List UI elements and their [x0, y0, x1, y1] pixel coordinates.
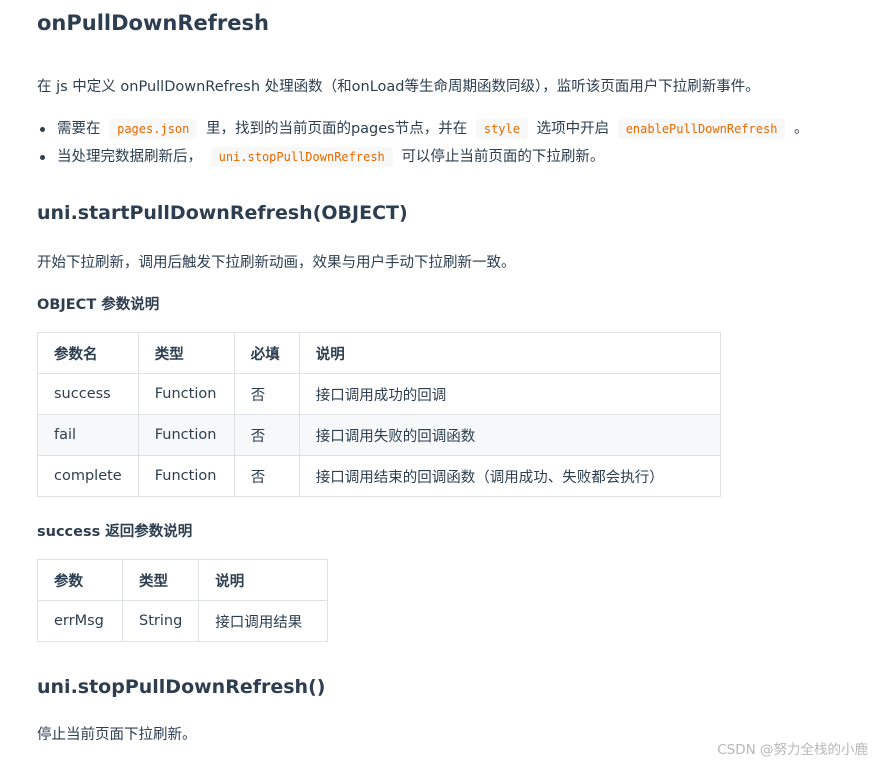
column-header: 说明 [298, 332, 721, 374]
inline-code-stop-pull-down-refresh: uni.stopPullDownRefresh [210, 147, 393, 167]
intro-paragraph: 在 js 中定义 onPullDownRefresh 处理函数（和onLoad等… [37, 79, 760, 95]
table-cell: 否 [233, 455, 300, 497]
section-title-start-pull-down-refresh: uni.startPullDownRefresh(OBJECT) [37, 202, 408, 224]
bullet-text: 可以停止当前页面的下拉刷新。 [401, 149, 605, 165]
bullet-text: 里，找到的当前页面的pages节点，并在 [205, 121, 468, 137]
table-cell: errMsg [37, 600, 123, 642]
column-header: 类型 [121, 559, 200, 601]
table-cell: Function [137, 414, 235, 456]
column-header: 必填 [233, 332, 300, 374]
table-cell: fail [37, 414, 139, 456]
table-header-row: 参数名 类型 必填 说明 [37, 332, 721, 374]
bullet-text: 选项中开启 [536, 121, 610, 137]
table-row: fail Function 否 接口调用失败的回调函数 [37, 414, 721, 456]
bullet-text: 。 [794, 121, 809, 137]
list-item: 当处理完数据刷新后， uni.stopPullDownRefresh 可以停止当… [37, 145, 809, 173]
table-cell: 否 [233, 414, 300, 456]
success-params-table: 参数 类型 说明 errMsg String 接口调用结果 [37, 559, 329, 642]
inline-code-pages-json: pages.json [109, 119, 198, 139]
object-params-heading: OBJECT 参数说明 [37, 297, 160, 313]
table-cell: complete [37, 455, 139, 497]
start-description: 开始下拉刷新，调用后触发下拉刷新动画，效果与用户手动下拉刷新一致。 [37, 255, 516, 271]
column-header: 参数名 [37, 332, 139, 374]
stop-description: 停止当前页面下拉刷新。 [37, 727, 197, 743]
table-header-row: 参数 类型 说明 [37, 559, 329, 601]
object-params-table: 参数名 类型 必填 说明 success Function 否 接口调用成功的回… [37, 332, 721, 497]
table-cell: 接口调用成功的回调 [298, 373, 721, 415]
table-row: success Function 否 接口调用成功的回调 [37, 373, 721, 415]
watermark: CSDN @努力全栈的小鹿 [717, 742, 868, 758]
table-cell: 接口调用结果 [198, 600, 329, 642]
column-header: 类型 [137, 332, 235, 374]
inline-code-style: style [475, 119, 528, 139]
list-item: 需要在 pages.json 里，找到的当前页面的pages节点，并在 styl… [37, 117, 809, 145]
bullet-text: 当处理完数据刷新后， [57, 149, 202, 165]
table-cell: String [121, 600, 200, 642]
table-row: complete Function 否 接口调用结束的回调函数（调用成功、失败都… [37, 455, 721, 497]
bullet-list: 需要在 pages.json 里，找到的当前页面的pages节点，并在 styl… [37, 117, 809, 173]
column-header: 说明 [198, 559, 329, 601]
table-cell: success [37, 373, 139, 415]
table-cell: Function [137, 455, 235, 497]
bullet-text: 需要在 [57, 121, 101, 137]
table-cell: 接口调用结束的回调函数（调用成功、失败都会执行） [298, 455, 721, 497]
table-cell: 接口调用失败的回调函数 [298, 414, 721, 456]
success-params-heading: success 返回参数说明 [37, 524, 193, 540]
table-cell: Function [137, 373, 235, 415]
section-title-stop-pull-down-refresh: uni.stopPullDownRefresh() [37, 676, 326, 698]
section-title-onpulldownrefresh: onPullDownRefresh [37, 11, 269, 35]
table-row: errMsg String 接口调用结果 [37, 600, 329, 642]
table-cell: 否 [233, 373, 300, 415]
column-header: 参数 [37, 559, 123, 601]
inline-code-enable-pull-down-refresh: enablePullDownRefresh [617, 119, 786, 139]
